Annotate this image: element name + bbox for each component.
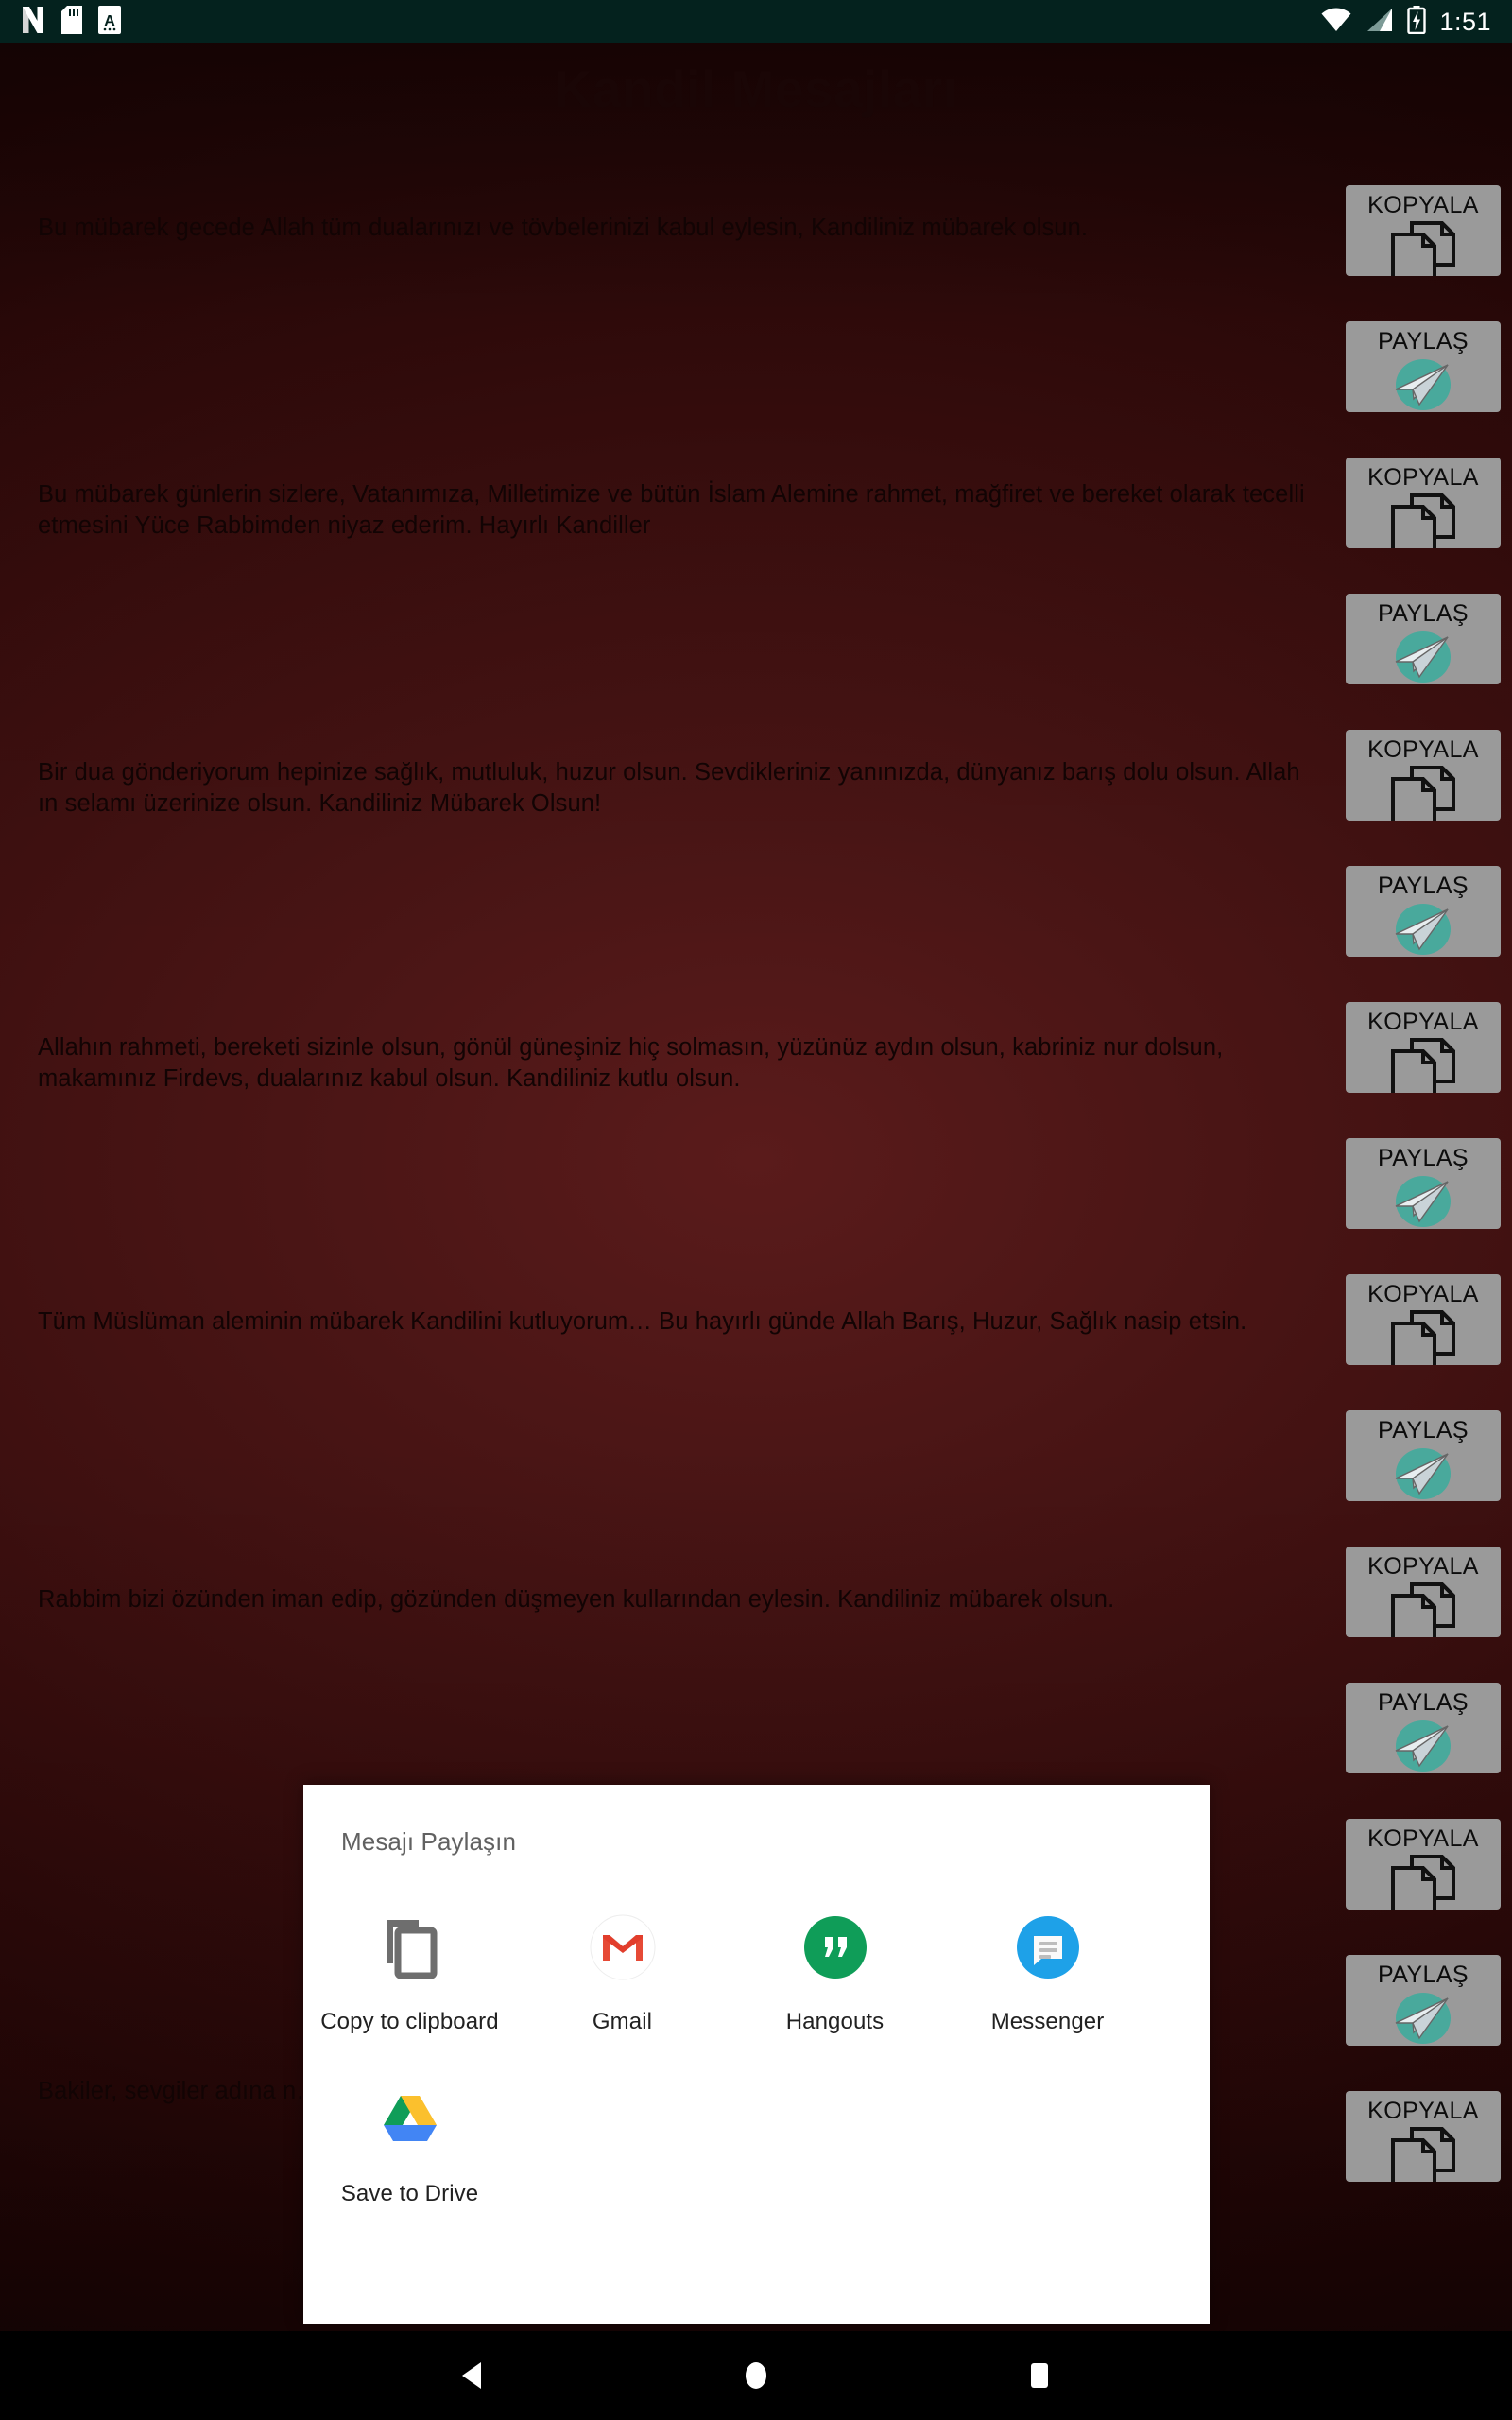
home-button[interactable] — [614, 2331, 898, 2420]
hangouts-icon — [795, 1907, 876, 1988]
cell-signal-icon — [1366, 7, 1394, 38]
battery-charging-icon — [1407, 5, 1427, 39]
svg-text:A: A — [104, 13, 115, 29]
share-target-gmail[interactable]: Gmail — [516, 1884, 729, 2056]
share-dialog: Mesajı Paylaşın Copy to clipboard Gmail … — [303, 1785, 1210, 2324]
status-bar-clock: 1:51 — [1439, 7, 1491, 36]
status-bar-right-icons: 1:51 — [1320, 5, 1491, 39]
navigation-bar — [0, 2331, 1512, 2420]
google-drive-icon — [369, 2079, 451, 2160]
share-target-grid: Copy to clipboard Gmail Hangouts Messeng… — [303, 1884, 1210, 2228]
netflix-icon — [21, 6, 45, 39]
android-screen: A 1:51 Kandil Mesajları Bu mübarek geced… — [0, 0, 1512, 2420]
share-dialog-title: Mesajı Paylaşın — [341, 1827, 517, 1856]
letter-a-icon: A — [98, 5, 121, 39]
back-button[interactable] — [331, 2331, 614, 2420]
copy-to-clipboard-icon — [369, 1907, 451, 1988]
status-bar-left-icons: A — [21, 5, 121, 39]
share-target-hangouts[interactable]: Hangouts — [729, 1884, 941, 2056]
share-target-label: Save to Drive — [340, 2181, 479, 2206]
share-target-save-to-drive[interactable]: Save to Drive — [303, 2056, 516, 2228]
status-bar: A 1:51 — [0, 0, 1512, 43]
gmail-icon — [582, 1907, 663, 1988]
wifi-icon — [1320, 7, 1352, 38]
recents-button[interactable] — [898, 2331, 1181, 2420]
share-target-label: Gmail — [592, 2009, 653, 2034]
share-target-label: Copy to clipboard — [320, 2009, 499, 2034]
share-target-label: Messenger — [990, 2009, 1105, 2034]
share-target-copy-to-clipboard[interactable]: Copy to clipboard — [303, 1884, 516, 2056]
messenger-icon — [1007, 1907, 1089, 1988]
share-target-label: Hangouts — [785, 2009, 885, 2034]
sd-card-icon — [61, 5, 82, 39]
share-target-messenger[interactable]: Messenger — [941, 1884, 1154, 2056]
